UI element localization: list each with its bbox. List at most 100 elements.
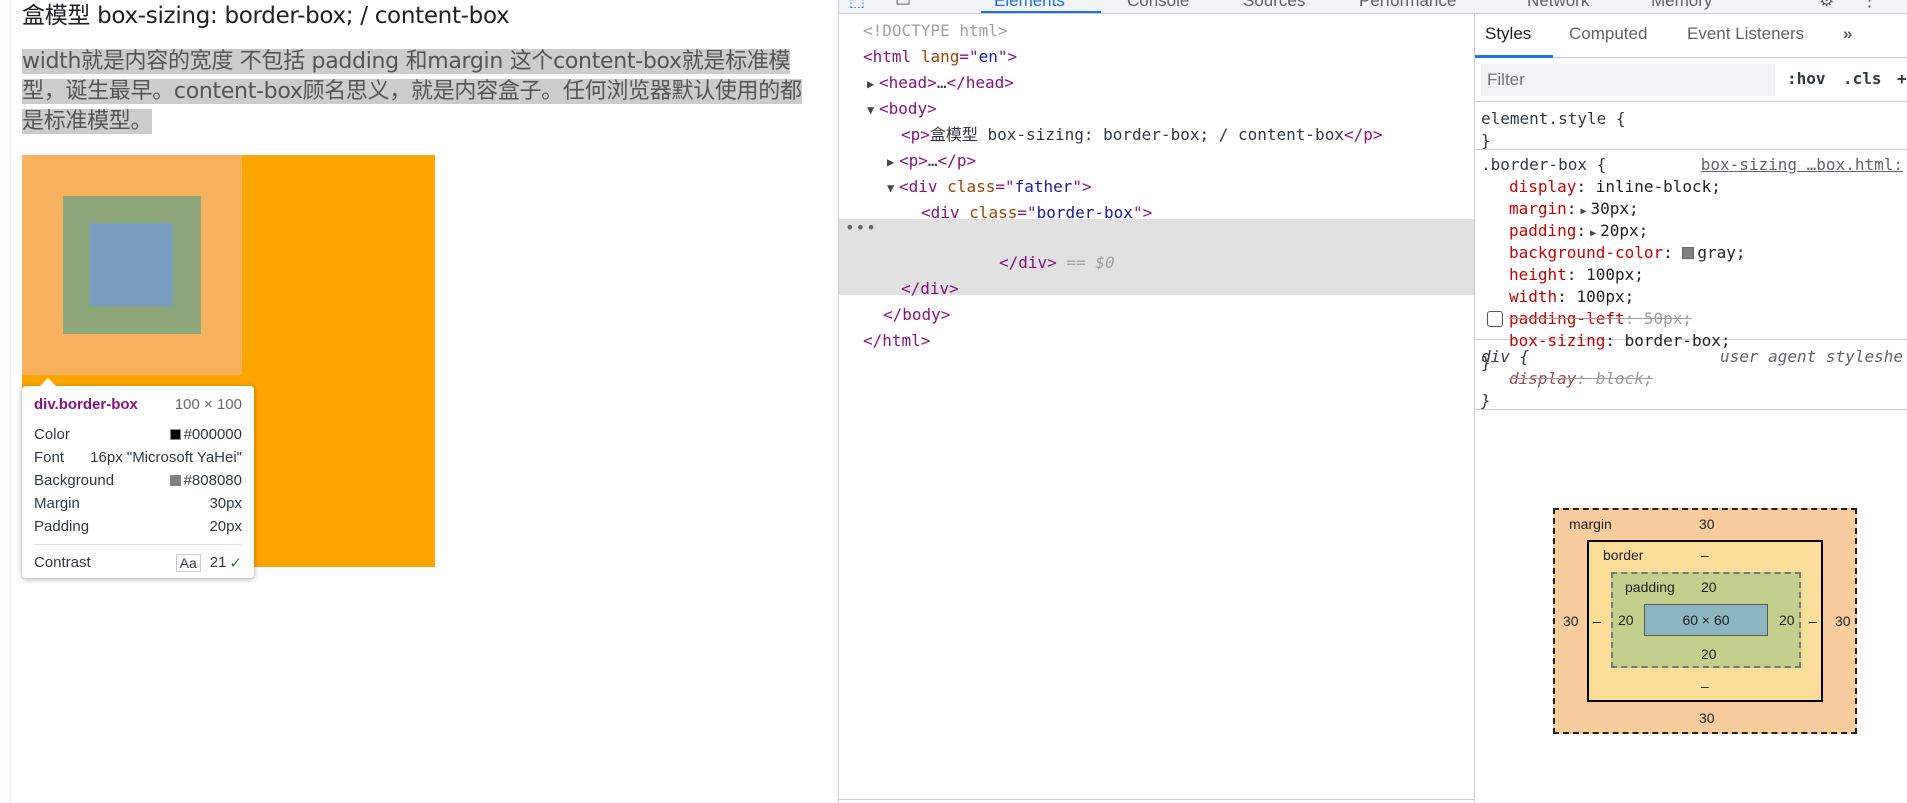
dom-p-paragraph[interactable]: ▶ <p>…</p> — [839, 148, 1474, 174]
dom-html-close[interactable]: </html> — [839, 328, 1474, 354]
box-model-diagram: margin 30 30 30 30 border – – – – paddin… — [1553, 508, 1857, 734]
tag-name: head — [888, 73, 928, 92]
rule-close-brace: } — [1481, 131, 1491, 150]
css-property-overridden[interactable]: display: block; — [1481, 368, 1903, 390]
property-value: inline-block; — [1595, 177, 1721, 196]
styles-filter-input[interactable] — [1481, 64, 1775, 96]
border-top-value[interactable]: – — [1701, 547, 1709, 563]
dom-body-close[interactable]: </body> — [839, 302, 1474, 328]
inspect-icon[interactable]: ⬚ — [849, 0, 865, 11]
box-model-padding: padding 20 20 20 20 60 × 60 — [1611, 572, 1801, 668]
tooltip-row-margin: Margin 30px — [34, 492, 242, 515]
collapse-triangle-icon[interactable]: ▼ — [867, 97, 879, 123]
hov-toggle[interactable]: :hov — [1787, 69, 1826, 88]
css-property[interactable]: height: 100px; — [1481, 264, 1903, 286]
tab-styles[interactable]: Styles — [1485, 24, 1531, 44]
tooltip-value: #808080 — [183, 472, 242, 489]
border-box-content-highlight — [90, 223, 173, 306]
tab-computed[interactable]: Computed — [1569, 24, 1647, 44]
tab-performance[interactable]: Performance — [1359, 0, 1456, 11]
rule-source-link[interactable]: box-sizing …box.html: — [1701, 154, 1903, 176]
devtools-toolbar: ⬚ ▭ Elements Console Sources Performance… — [839, 0, 1907, 14]
property-name: padding — [1509, 221, 1577, 240]
border-right-value[interactable]: – — [1809, 613, 1817, 629]
dom-head[interactable]: ▶ <head>…</head> — [839, 70, 1474, 96]
color-swatch-icon[interactable] — [1682, 247, 1695, 259]
dom-div-father-close[interactable]: </div> — [839, 276, 1474, 302]
expand-triangle-icon[interactable]: ▶ — [887, 149, 899, 175]
tab-elements[interactable]: Elements — [994, 0, 1065, 11]
box-model-content[interactable]: 60 × 60 — [1644, 604, 1768, 636]
tooltip-label: Color — [34, 426, 70, 443]
property-name: height — [1509, 265, 1567, 284]
attr-name: lang — [920, 47, 960, 66]
cls-toggle[interactable]: .cls — [1843, 69, 1882, 88]
tab-console[interactable]: Console — [1127, 0, 1189, 11]
css-property-overridden[interactable]: padding-left: 50px; — [1481, 308, 1903, 330]
padding-bottom-value[interactable]: 20 — [1701, 646, 1717, 662]
elements-tree: ••• <!DOCTYPE html> <html lang="en"> ▶ <h… — [839, 14, 1474, 803]
dom-p-heading[interactable]: <p>盒模型 box-sizing: border-box; / content… — [839, 122, 1474, 148]
expand-triangle-icon[interactable]: ▶ — [867, 71, 879, 97]
settings-icon[interactable]: ⚙ — [1819, 0, 1834, 11]
margin-left-value[interactable]: 30 — [1563, 613, 1579, 629]
new-rule-icon[interactable]: + — [1897, 69, 1907, 88]
tooltip-value: 16px "Microsoft YaHei" — [90, 449, 242, 466]
paragraph-text: width就是内容的宽度 不包括 padding 和margin 这个conte… — [22, 49, 802, 134]
css-property[interactable]: margin: ▶ 30px; — [1481, 198, 1903, 220]
css-property[interactable]: display: inline-block; — [1481, 176, 1903, 198]
dom-body[interactable]: ▼ <body> — [839, 96, 1474, 122]
tab-event-listeners[interactable]: Event Listeners — [1687, 24, 1804, 44]
tab-network[interactable]: Network — [1527, 0, 1589, 11]
box-model-border: border – – – – padding 20 20 20 20 60 × … — [1587, 540, 1823, 702]
css-property[interactable]: width: 100px; — [1481, 286, 1903, 308]
css-property[interactable]: padding: ▶ 20px; — [1481, 220, 1903, 242]
property-name: background-color — [1509, 243, 1664, 262]
dom-div-father[interactable]: ▼ <div class="father"> — [839, 174, 1474, 200]
element-style-rule[interactable]: element.style { } — [1475, 104, 1907, 150]
margin-right-value[interactable]: 30 — [1835, 613, 1851, 629]
device-toggle-icon[interactable]: ▭ — [895, 0, 911, 11]
padding-label: padding — [1625, 579, 1675, 595]
border-bottom-value[interactable]: – — [1701, 678, 1709, 694]
padding-right-value[interactable]: 20 — [1779, 612, 1795, 628]
attr-value: en — [978, 47, 998, 66]
more-tabs-icon[interactable]: » — [1843, 24, 1852, 44]
css-property[interactable]: background-color: gray; — [1481, 242, 1903, 264]
property-value: 100px; — [1586, 265, 1644, 284]
dom-html[interactable]: <html lang="en"> — [839, 44, 1474, 70]
collapse-triangle-icon[interactable]: ▼ — [887, 175, 899, 201]
property-name: width — [1509, 287, 1558, 306]
tab-memory[interactable]: Memory — [1651, 0, 1712, 11]
tooltip-divider — [34, 544, 242, 545]
dom-doctype[interactable]: <!DOCTYPE html> — [839, 18, 1474, 44]
property-value: 30px; — [1590, 199, 1639, 218]
tooltip-value: 30px — [209, 495, 242, 512]
dom-div-border-box-close[interactable]: </div> == $0 — [839, 250, 1474, 276]
border-left-value[interactable]: – — [1593, 613, 1601, 629]
tooltip-row-contrast: Contrast Aa 21 ✓ — [34, 551, 242, 574]
tooltip-row-font: Font 16px "Microsoft YaHei" — [34, 446, 242, 469]
dom-div-border-box[interactable]: <div class="border-box"> — [839, 200, 1474, 226]
tooltip-row-padding: Padding 20px — [34, 515, 242, 538]
border-label: border — [1603, 547, 1644, 563]
tooltip-row-color: Color #000000 — [34, 423, 242, 446]
more-menu-icon[interactable]: ⋮ — [1861, 0, 1878, 11]
margin-bottom-value[interactable]: 30 — [1699, 710, 1715, 726]
property-name: margin — [1509, 199, 1567, 218]
padding-left-value[interactable]: 20 — [1618, 612, 1634, 628]
rule-close-brace: } — [1481, 391, 1491, 410]
tooltip-label: Contrast — [34, 554, 91, 571]
doctype-text: <!DOCTYPE html> — [863, 21, 1008, 40]
property-checkbox[interactable] — [1487, 311, 1503, 327]
page-heading: 盒模型 box-sizing: border-box; / content-bo… — [22, 3, 510, 29]
border-box-rule[interactable]: .border-box {box-sizing …box.html: displ… — [1475, 150, 1907, 372]
selected-node-marker: == $0 — [1056, 253, 1115, 272]
padding-top-value[interactable]: 20 — [1701, 579, 1717, 595]
user-agent-rule[interactable]: div {user agent styleshe display: block;… — [1475, 342, 1907, 410]
tab-sources[interactable]: Sources — [1243, 0, 1305, 11]
contrast-value: 21 — [209, 554, 227, 571]
tooltip-caret — [40, 378, 56, 386]
property-name: display — [1509, 369, 1577, 388]
margin-top-value[interactable]: 30 — [1699, 516, 1715, 532]
